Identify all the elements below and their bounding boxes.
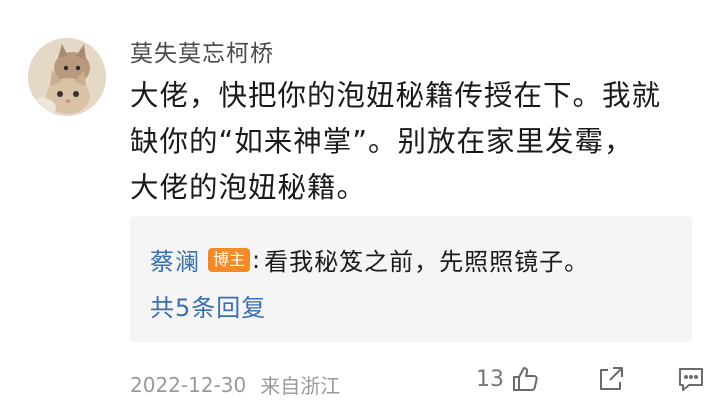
reply-line: 蔡澜 博主 : 看我秘笈之前，先照照镜子。 — [150, 242, 589, 277]
comment-location: 来自浙江 — [260, 374, 341, 398]
comment-text: 大佬，快把你的泡妞秘籍传授在下。我就 缺你的“如来神掌”。别放在家里发霉， 大佬… — [130, 73, 690, 211]
thumbs-up-icon[interactable] — [510, 364, 540, 394]
comment-icon[interactable] — [676, 364, 706, 394]
comment-text-line: 缺你的“如来神掌”。别放在家里发霉， — [130, 125, 634, 158]
comment-date: 2022-12-30 — [130, 372, 247, 397]
comment-text-line: 大佬的泡妞秘籍。 — [130, 171, 367, 204]
like-count: 13 — [476, 366, 504, 392]
author-badge: 博主 — [208, 247, 251, 272]
reply-colon: : — [252, 245, 261, 274]
reply-box[interactable]: 蔡澜 博主 : 看我秘笈之前，先照照镜子。 共5条回复 — [130, 216, 692, 342]
reply-username[interactable]: 蔡澜 — [150, 242, 200, 277]
comment-username[interactable]: 莫失莫忘柯桥 — [130, 34, 274, 68]
comment-meta: 2022-12-30 来自浙江 — [130, 370, 340, 399]
share-icon[interactable] — [596, 364, 626, 394]
comment-actions: 13 — [476, 364, 706, 394]
comment-text-line: 大佬，快把你的泡妞秘籍传授在下。我就 — [130, 79, 662, 112]
reply-text: 看我秘笈之前，先照照镜子。 — [264, 248, 590, 276]
avatar[interactable] — [28, 38, 106, 116]
more-replies-link[interactable]: 共5条回复 — [150, 288, 266, 323]
